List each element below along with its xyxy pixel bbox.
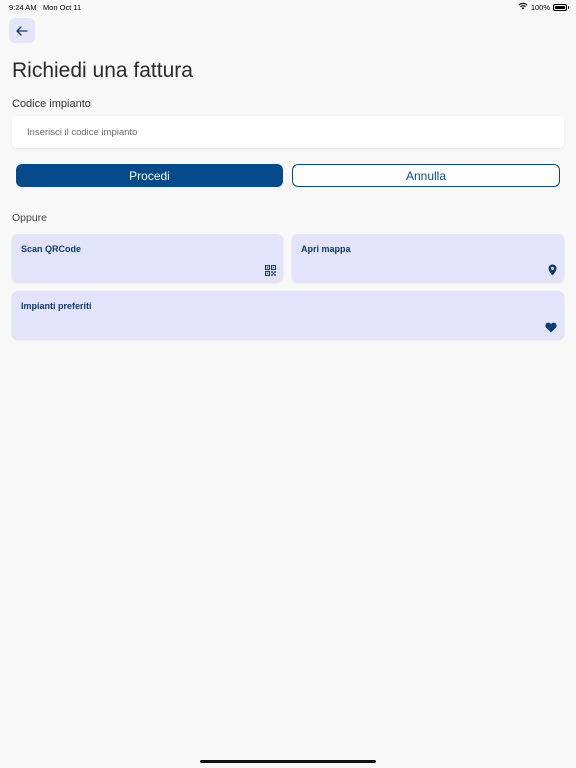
card-label: Scan QRCode — [21, 244, 82, 254]
map-pin-icon — [548, 264, 557, 276]
open-map-card[interactable]: Apri mappa — [292, 234, 564, 282]
card-label: Impianti preferiti — [21, 301, 92, 311]
code-field-label: Codice impianto — [12, 98, 91, 110]
card-label: Apri mappa — [301, 244, 351, 254]
or-heading: Oppure — [12, 212, 48, 224]
scan-qrcode-card[interactable]: Scan QRCode — [12, 234, 283, 282]
qrcode-icon — [265, 265, 276, 276]
page-title: Richiedi una fattura — [12, 59, 193, 82]
code-input[interactable] — [12, 116, 564, 148]
wifi-icon — [518, 2, 528, 12]
home-indicator — [200, 760, 376, 763]
status-time: 9:24 AM — [9, 3, 37, 12]
battery-icon — [553, 3, 569, 11]
back-button[interactable] — [9, 18, 35, 43]
status-bar: 9:24 AM Mon Oct 11 100% — [0, 0, 576, 14]
status-indicators: 100% — [518, 2, 569, 12]
proceed-button[interactable]: Procedi — [16, 164, 283, 187]
arrow-left-icon — [16, 25, 28, 36]
status-date: Mon Oct 11 — [43, 3, 82, 12]
heart-icon — [545, 322, 557, 333]
cancel-button[interactable]: Annulla — [292, 164, 560, 187]
battery-percent: 100% — [530, 2, 550, 12]
favorite-plants-card[interactable]: Impianti preferiti — [12, 291, 564, 339]
battery-fill — [555, 5, 565, 9]
